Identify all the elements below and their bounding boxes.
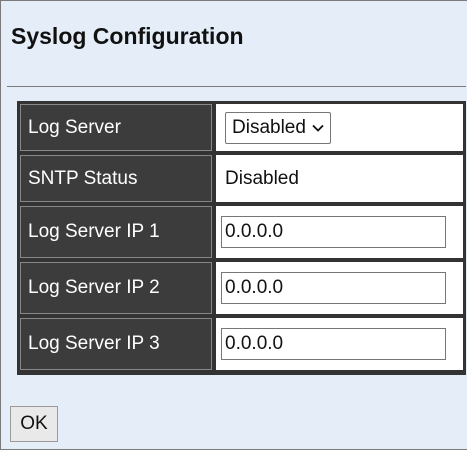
log-server-ip-2-value-cell [216, 262, 463, 314]
sntp-status-value: Disabled [216, 155, 463, 202]
row-log-server-ip-1: Log Server IP 1 [20, 206, 463, 258]
row-log-server-ip-2: Log Server IP 2 [20, 262, 463, 314]
log-server-ip-3-label: Log Server IP 3 [20, 318, 212, 370]
log-server-ip-3-input[interactable] [221, 328, 446, 360]
log-server-ip-1-value-cell [216, 206, 463, 258]
log-server-label: Log Server [20, 104, 212, 151]
row-sntp-status: SNTP Status Disabled [20, 155, 463, 202]
log-server-selected-value: Disabled [232, 116, 306, 138]
sntp-status-label: SNTP Status [20, 155, 212, 202]
log-server-ip-2-input[interactable] [221, 272, 446, 304]
log-server-ip-3-value-cell [216, 318, 463, 370]
title-divider [7, 86, 466, 87]
log-server-value-cell: Disabled [216, 104, 463, 151]
page-frame: Syslog Configuration Log Server Disabled… [0, 0, 467, 450]
syslog-config-table: Log Server Disabled SNTP Status Disabled… [17, 101, 466, 375]
chevron-down-icon [312, 124, 324, 132]
page-title: Syslog Configuration [11, 23, 244, 49]
log-server-ip-1-input[interactable] [221, 216, 446, 248]
row-log-server-ip-3: Log Server IP 3 [20, 318, 463, 370]
log-server-ip-2-label: Log Server IP 2 [20, 262, 212, 314]
log-server-select[interactable]: Disabled [225, 111, 331, 144]
log-server-ip-1-label: Log Server IP 1 [20, 206, 212, 258]
row-log-server: Log Server Disabled [20, 104, 463, 151]
ok-button[interactable]: OK [10, 406, 58, 442]
